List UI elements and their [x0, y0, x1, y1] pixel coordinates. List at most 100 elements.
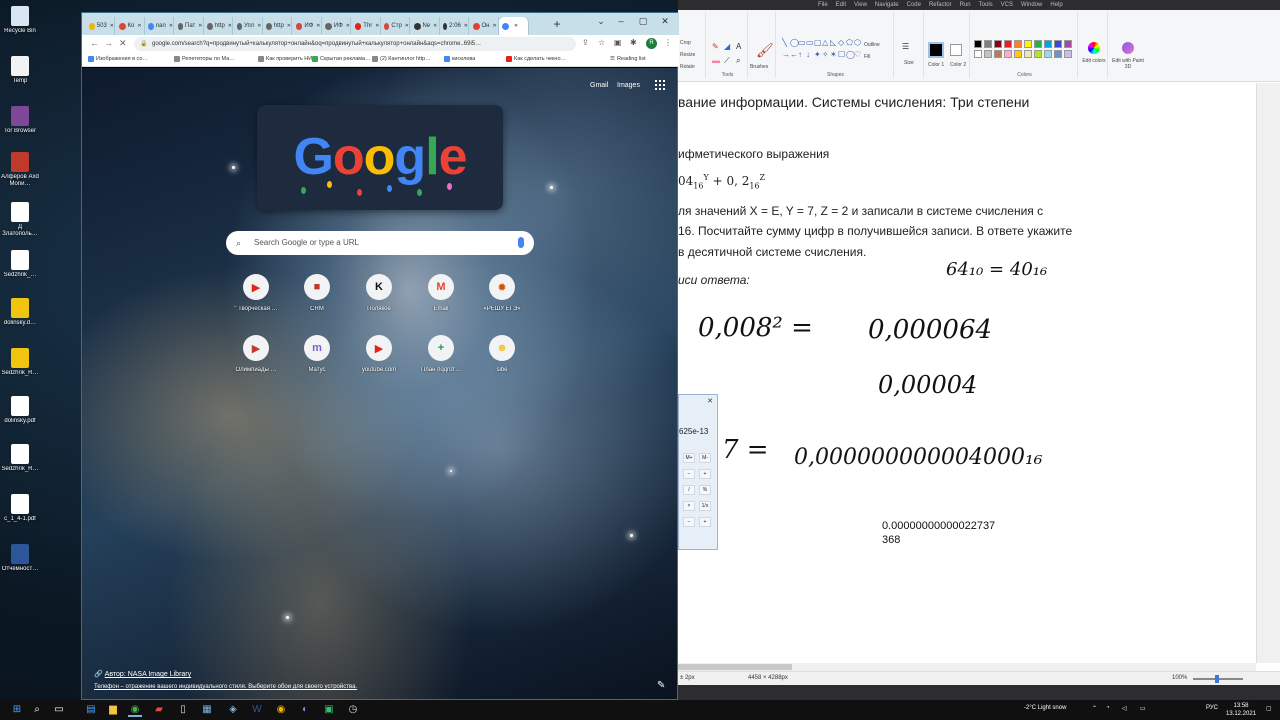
calc-button[interactable]: − [683, 517, 695, 527]
browser-tab[interactable]: Стр ✕ [381, 17, 410, 35]
menu-item[interactable]: Help [1050, 2, 1062, 8]
calc-button[interactable]: 1/x [699, 501, 711, 511]
chevron-down-icon[interactable]: ⌄ [590, 16, 612, 27]
browser-tab[interactable]: 503 ✕ [86, 17, 115, 35]
credit-author[interactable]: Автор: NASA Image Library [105, 671, 191, 678]
tab-close-icon[interactable]: ✕ [169, 23, 173, 29]
shape-icon[interactable]: ◇ [838, 38, 844, 47]
browser-tab[interactable]: Он ✕ [470, 17, 499, 35]
palette-swatch[interactable] [994, 50, 1002, 58]
palette-swatch[interactable] [984, 50, 992, 58]
paint3d-icon[interactable] [1122, 42, 1134, 54]
resize-button[interactable]: Resize [680, 52, 695, 58]
desktop-icon[interactable]: Tor Browser [0, 106, 40, 144]
desktop-icon[interactable]: Recycle Bin [0, 6, 40, 44]
clock-app-icon[interactable]: ◷ [346, 703, 360, 717]
calc-close-icon[interactable]: ✕ [707, 397, 713, 405]
desktop-icon[interactable]: Sedzhrik_R… [0, 348, 40, 386]
shortcut-tile[interactable]: M Email [411, 274, 471, 312]
palette-swatch[interactable] [984, 40, 992, 48]
zoom-slider[interactable] [1193, 675, 1243, 683]
desktop-icon[interactable]: dolinsky.d… [0, 298, 40, 336]
brush-icon[interactable]: 🖌 [756, 42, 774, 59]
apps-grid-icon[interactable] [655, 80, 665, 90]
shape-icon[interactable]: ⬡ [854, 38, 861, 47]
bookmark-item[interactable]: Изображения в со… [88, 56, 148, 62]
images-link[interactable]: Images [617, 82, 640, 89]
extensions-puzzle-icon[interactable]: ✱ [630, 38, 637, 47]
shortcut-tile[interactable]: ☻ sibe [472, 335, 532, 373]
shortcut-tile[interactable]: K Полякое [349, 274, 409, 312]
shape-icon[interactable]: ▭ [806, 38, 814, 47]
shape-icon[interactable]: ▢ [814, 38, 822, 47]
browser-tab[interactable]: http ✕ [263, 17, 292, 35]
browser-tab[interactable]: Пат ✕ [175, 17, 204, 35]
magnifier-icon[interactable]: ⌕ [736, 56, 740, 66]
notification-icon[interactable]: ▢ [1266, 705, 1272, 712]
profile-avatar[interactable]: R [646, 38, 657, 49]
desktop-icon[interactable]: Д Златополь… [0, 202, 40, 240]
browser-tab[interactable]: ИФ ✕ [293, 17, 322, 35]
tab-close-icon[interactable]: ✕ [405, 23, 409, 29]
calc-button[interactable]: M- [699, 453, 711, 463]
search-icon[interactable]: ⌕ [30, 703, 44, 717]
tab-close-icon[interactable]: ✕ [514, 23, 518, 29]
menu-item[interactable]: Refactor [929, 2, 952, 8]
desktop-icon[interactable]: dolinsky.pdf [0, 396, 40, 434]
tab-close-icon[interactable]: ✕ [137, 23, 141, 29]
ntp-search-box[interactable]: ⌕ Search Google or type a URL [226, 231, 534, 255]
start-windows-icon[interactable]: ⊞ [10, 703, 24, 717]
forward-icon[interactable]: → [104, 38, 113, 48]
shape-icon[interactable]: ← [790, 50, 798, 59]
shape-icon[interactable]: ↑ [798, 50, 802, 59]
palette-swatch[interactable] [1034, 50, 1042, 58]
browser-tab[interactable]: ✕ [499, 17, 529, 35]
input-language[interactable]: РУС [1206, 705, 1218, 711]
background-credit[interactable]: 🔗 Автор: NASA Image Library [94, 670, 191, 678]
color-picker-icon[interactable]: ⟋ [724, 56, 730, 66]
paint-taskbar-icon[interactable]: ◈ [226, 703, 240, 717]
bookmark-item[interactable]: Как проверить НИ… [258, 56, 318, 62]
tray-expand-icon[interactable]: ⌃ [1092, 705, 1097, 712]
browser-tab[interactable]: Ne ✕ [411, 17, 440, 35]
task-view-icon[interactable]: ▭ [52, 703, 66, 717]
weather-status[interactable]: -2°C Light snow [1024, 705, 1066, 711]
bookmark-item[interactable]: (2) Кантинлог http… [372, 56, 431, 62]
color2-swatch[interactable] [950, 44, 962, 56]
pycharm-taskbar-icon[interactable]: ▣ [322, 703, 336, 717]
calc-button[interactable]: × [683, 501, 695, 511]
microphone-icon[interactable] [518, 237, 524, 248]
shape-icon[interactable]: ◺ [830, 38, 836, 47]
menu-item[interactable]: VCS [1001, 2, 1013, 8]
shape-icon[interactable]: △ [822, 38, 828, 47]
menu-item[interactable]: File [818, 2, 828, 8]
credit-description[interactable]: Телефон – отражение вашего индивидуально… [94, 684, 357, 690]
customize-pencil-icon[interactable]: ✎ [657, 680, 665, 691]
shape-icon[interactable]: ╲ [782, 38, 787, 47]
bookmark-item[interactable]: киселева [444, 56, 475, 62]
shape-icon[interactable]: ⬠ [846, 38, 853, 47]
calculator-window[interactable]: ✕ 625e-13 M+ M- − + /% × 1/x − + [678, 394, 718, 550]
chrome-taskbar-icon[interactable]: ◉ [128, 703, 142, 717]
menu-item[interactable]: Window [1021, 2, 1042, 8]
shape-icon[interactable]: ↓ [806, 50, 810, 59]
store-icon[interactable]: ▤ [84, 703, 98, 717]
shape-icon[interactable]: ☐ [838, 50, 845, 59]
menu-item[interactable]: Navigate [875, 2, 899, 8]
menu-item[interactable]: Edit [836, 2, 846, 8]
google-doodle[interactable]: Google [257, 105, 503, 210]
browser-tab[interactable]: http ✕ [204, 17, 233, 35]
palette-swatch[interactable] [1044, 50, 1052, 58]
tab-close-icon[interactable]: ✕ [228, 23, 232, 29]
edit-paint3d-label[interactable]: Edit with Paint 3D [1110, 58, 1146, 70]
pencil-icon[interactable]: ✎ [712, 42, 719, 51]
maximize-button[interactable]: ▢ [632, 16, 654, 27]
network-icon[interactable]: ◔ [1106, 705, 1110, 711]
shape-icon[interactable]: ✶ [830, 50, 837, 59]
browser-tab[interactable]: Thr ✕ [352, 17, 381, 35]
stop-icon[interactable]: ✕ [119, 38, 127, 49]
edit-colors-label[interactable]: Edit colors [1082, 58, 1106, 64]
tab-close-icon[interactable]: ✕ [316, 23, 320, 29]
extension-icon[interactable]: ▣ [614, 38, 622, 47]
shortcut-tile[interactable]: m Матус [287, 335, 347, 373]
